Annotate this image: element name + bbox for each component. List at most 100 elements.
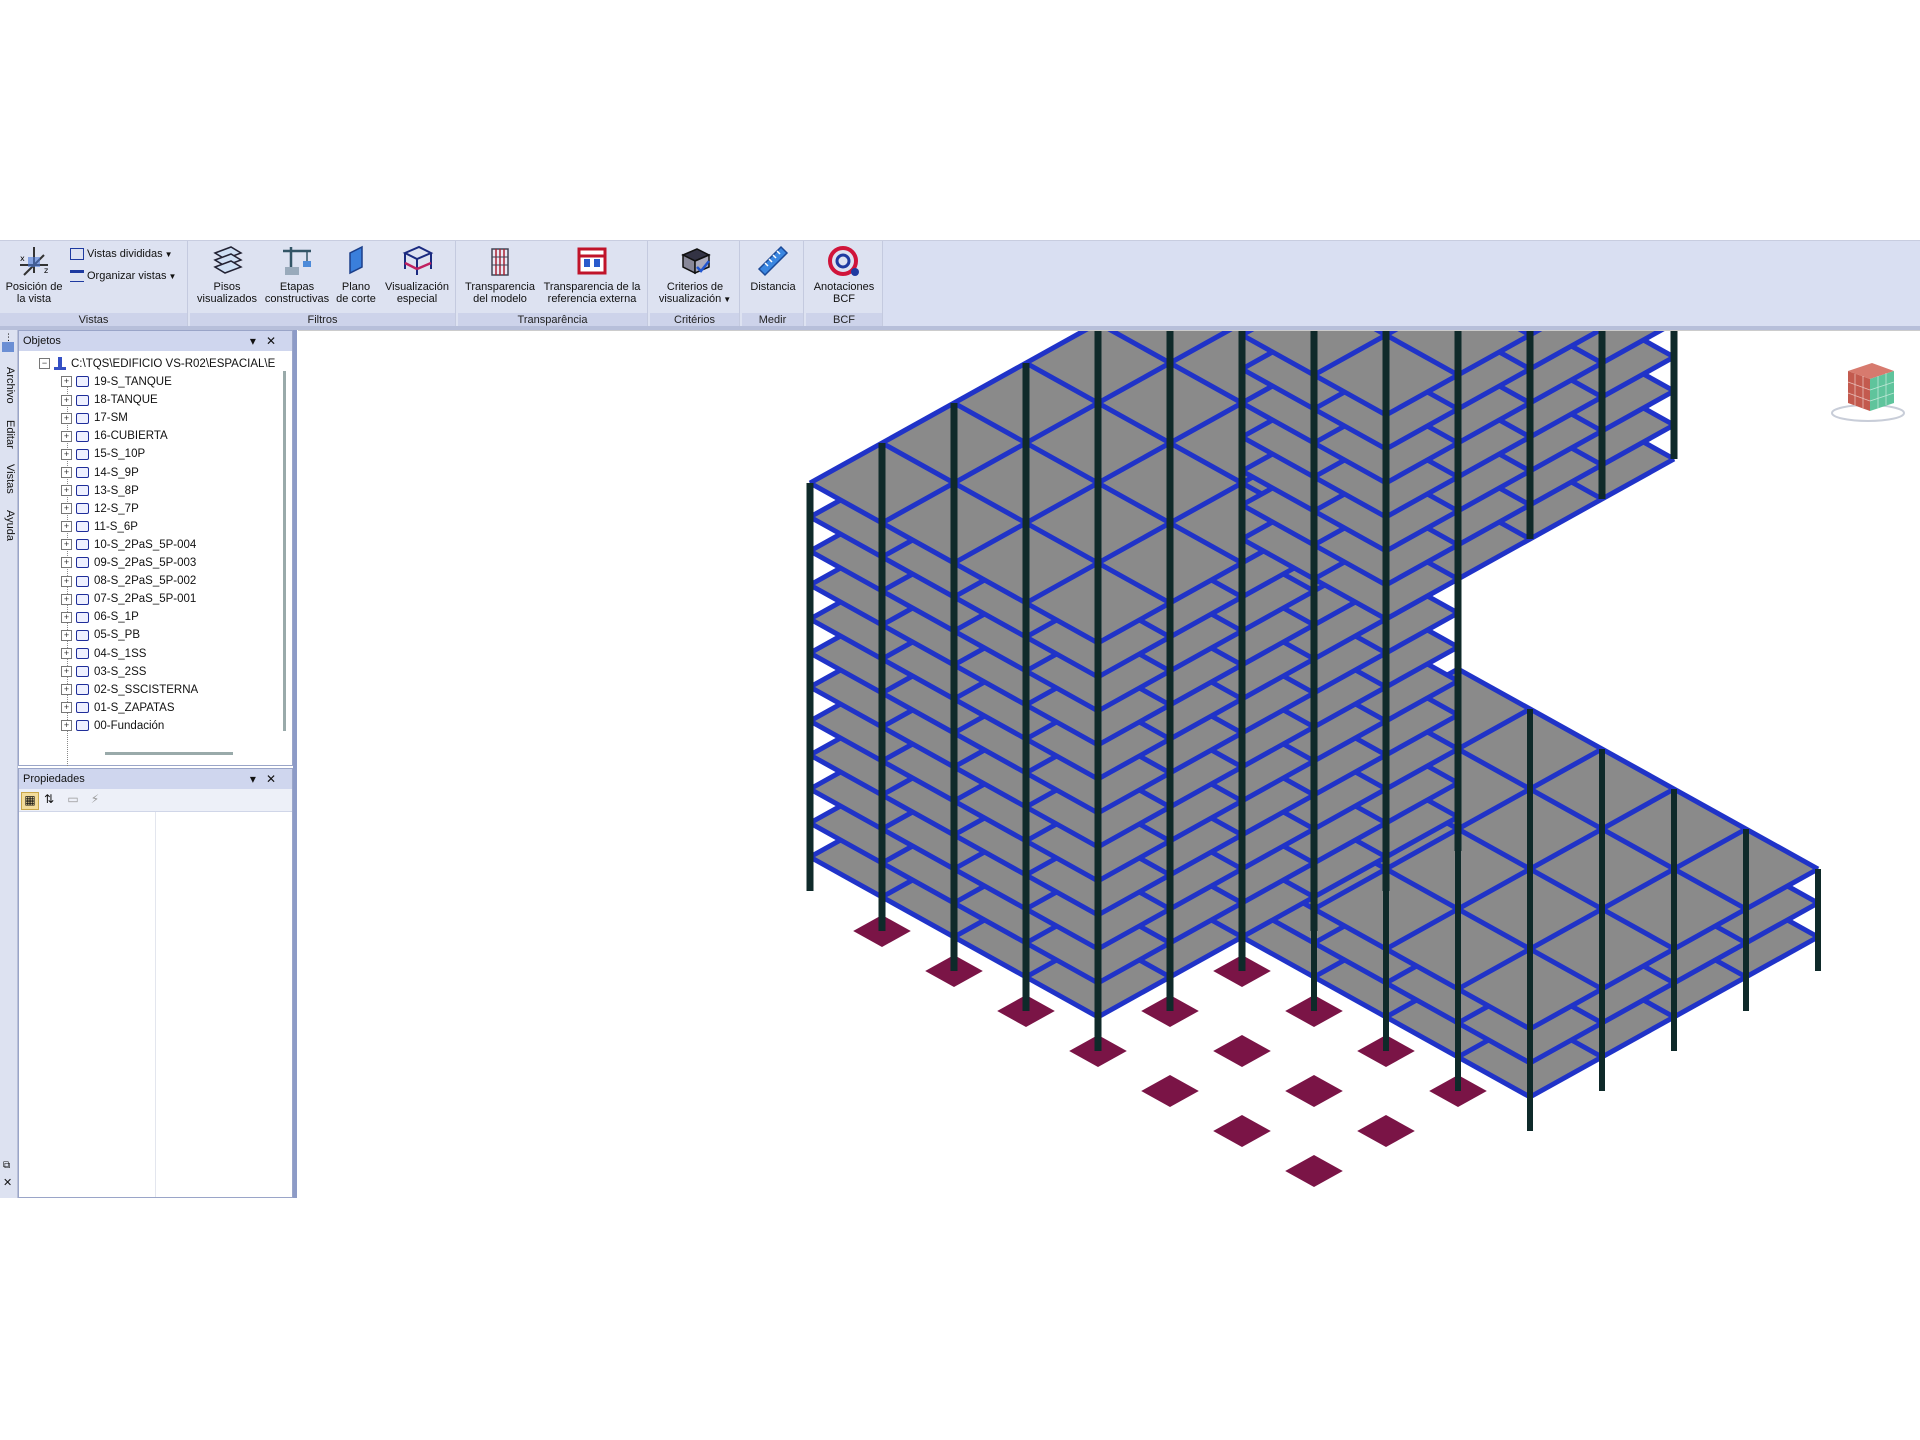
- plano-corte-label: Plano de corte: [336, 281, 376, 305]
- expand-icon[interactable]: +: [61, 575, 72, 587]
- expand-icon[interactable]: +: [61, 430, 72, 442]
- tree-item[interactable]: +11-S_6P: [61, 518, 138, 536]
- anotaciones-bcf-button[interactable]: Anotaciones BCF: [808, 243, 880, 311]
- objects-panel: Objetos ▾✕ − C:\TQS\EDIFICIO VS-R02\ESPAC…: [18, 330, 293, 766]
- tree-item[interactable]: +08-S_2PaS_5P-002: [61, 572, 196, 590]
- tree-item[interactable]: +12-S_7P: [61, 500, 139, 518]
- tree-item[interactable]: +15-S_10P: [61, 445, 145, 463]
- rail-tab-vistas[interactable]: Vistas: [1, 458, 16, 500]
- close-icon[interactable]: ✕: [266, 334, 286, 348]
- rail-tab-ayuda[interactable]: Ayuda: [1, 504, 16, 546]
- dropdown-icon[interactable]: ▾: [250, 772, 266, 786]
- chevron-down-icon: ▼: [168, 272, 177, 281]
- vistas-divididas-button[interactable]: Vistas divididas ▼: [70, 245, 173, 263]
- expand-icon[interactable]: +: [61, 412, 72, 424]
- model-transparency-icon: [491, 248, 509, 276]
- organizar-vistas-button[interactable]: Organizar vistas ▼: [70, 267, 176, 285]
- expand-icon[interactable]: +: [61, 666, 72, 678]
- tree-item[interactable]: +14-S_9P: [61, 464, 139, 482]
- tree-item[interactable]: +09-S_2PaS_5P-003: [61, 554, 196, 572]
- expand-icon[interactable]: +: [61, 466, 72, 478]
- expand-icon[interactable]: +: [61, 684, 72, 696]
- floor-icon: [76, 485, 89, 497]
- anotaciones-bcf-label: Anotaciones BCF: [813, 281, 875, 305]
- expand-icon[interactable]: +: [61, 593, 72, 605]
- ribbon-group-medir: Distancia Medir: [742, 241, 804, 327]
- dropdown-icon[interactable]: ▾: [250, 334, 266, 348]
- tree-item-label: 02-S_SSCISTERNA: [94, 683, 199, 696]
- rail-tab-editar[interactable]: Editar: [1, 414, 16, 454]
- plano-corte-button[interactable]: Plano de corte: [332, 243, 380, 311]
- tree-item[interactable]: +03-S_2SS: [61, 663, 146, 681]
- tree-item[interactable]: +05-S_PB: [61, 626, 140, 644]
- tree-root[interactable]: − C:\TQS\EDIFICIO VS-R02\ESPACIAL\E: [39, 355, 275, 373]
- sort-alpha-icon[interactable]: ⇅: [41, 792, 57, 808]
- floor-icon: [76, 394, 89, 406]
- collapse-icon[interactable]: −: [39, 358, 50, 370]
- 3d-viewport[interactable]: [298, 330, 1920, 1199]
- tree-item[interactable]: +00-Fundación: [61, 717, 164, 735]
- objects-horizontal-scrollbar[interactable]: [105, 752, 233, 755]
- objects-vertical-scrollbar[interactable]: [283, 371, 286, 731]
- tree-item[interactable]: +01-S_ZAPATAS: [61, 699, 175, 717]
- expand-icon[interactable]: +: [61, 702, 72, 714]
- tree-item[interactable]: +04-S_1SS: [61, 645, 146, 663]
- posicion-vista-button[interactable]: x z Posición de la vista: [2, 243, 66, 311]
- transparencia-modelo-button[interactable]: Transparencia del modelo: [462, 243, 538, 311]
- visualizacion-especial-label: Visualización especial: [384, 281, 449, 305]
- tree-item-label: 06-S_1P: [94, 611, 139, 624]
- expand-icon[interactable]: +: [61, 485, 72, 497]
- categorized-icon[interactable]: ▦: [21, 792, 39, 810]
- restore-icon[interactable]: ⧉: [3, 1160, 10, 1171]
- view-cube-icon[interactable]: [1828, 357, 1908, 429]
- tree-item[interactable]: +02-S_SSCISTERNA: [61, 681, 198, 699]
- etapas-constructivas-button[interactable]: Etapas constructivas: [262, 243, 332, 311]
- tree-item[interactable]: +17-SM: [61, 409, 128, 427]
- tree-item[interactable]: +07-S_2PaS_5P-001: [61, 590, 196, 608]
- transparencia-referencia-button[interactable]: Transparencia de la referencia externa: [540, 243, 644, 311]
- expand-icon[interactable]: +: [61, 376, 72, 388]
- rail-tab-archivo[interactable]: Archivo: [1, 360, 16, 410]
- tree-item[interactable]: +16-CUBIERTA: [61, 427, 168, 445]
- chevron-down-icon: ▼: [164, 250, 173, 259]
- pisos-visualizados-button[interactable]: Pisos visualizados: [194, 243, 260, 311]
- distancia-label: Distancia: [750, 281, 796, 293]
- expand-icon[interactable]: +: [61, 611, 72, 623]
- expand-icon[interactable]: +: [61, 629, 72, 641]
- floor-icon: [76, 647, 89, 659]
- ruler-icon: [757, 245, 789, 277]
- visualizacion-especial-button[interactable]: Visualización especial: [382, 243, 452, 311]
- expand-icon[interactable]: +: [61, 557, 72, 569]
- tree-item[interactable]: +18-TANQUE: [61, 391, 158, 409]
- vistas-divididas-label: Vistas divididas: [87, 248, 163, 260]
- criterios-visualizacion-button[interactable]: Criterios de visualización ▼: [654, 243, 736, 311]
- group-label-vistas: Vistas: [0, 313, 187, 327]
- pin-icon[interactable]: [2, 342, 14, 352]
- expand-icon[interactable]: +: [61, 539, 72, 551]
- properties-column-divider: [155, 812, 156, 1197]
- expand-icon[interactable]: +: [61, 503, 72, 515]
- events-icon[interactable]: ⚡: [87, 792, 103, 808]
- close-icon[interactable]: ✕: [266, 772, 286, 786]
- tree-item-label: 17-SM: [94, 412, 128, 425]
- property-pages-icon[interactable]: ▭: [65, 792, 81, 808]
- tree-item[interactable]: +10-S_2PaS_5P-004: [61, 536, 196, 554]
- panel-splitter[interactable]: [293, 330, 297, 1198]
- view-criteria-icon: [681, 248, 711, 275]
- structural-model-render[interactable]: [298, 331, 1920, 1199]
- bcf-icon: [828, 246, 859, 276]
- tree-item[interactable]: +13-S_8P: [61, 482, 139, 500]
- section-plane-icon: [349, 245, 363, 275]
- expand-icon[interactable]: +: [61, 394, 72, 406]
- expand-icon[interactable]: +: [61, 720, 72, 732]
- floor-icon: [76, 593, 89, 605]
- app-window: x z Posición de la vista Vistas dividida…: [0, 240, 1920, 1199]
- expand-icon[interactable]: +: [61, 647, 72, 659]
- floor-icon: [76, 666, 89, 678]
- tree-item[interactable]: +06-S_1P: [61, 608, 139, 626]
- expand-icon[interactable]: +: [61, 521, 72, 533]
- close-icon[interactable]: ✕: [3, 1176, 12, 1189]
- distancia-button[interactable]: Distancia: [744, 243, 802, 311]
- expand-icon[interactable]: +: [61, 448, 72, 460]
- tree-item[interactable]: +19-S_TANQUE: [61, 373, 172, 391]
